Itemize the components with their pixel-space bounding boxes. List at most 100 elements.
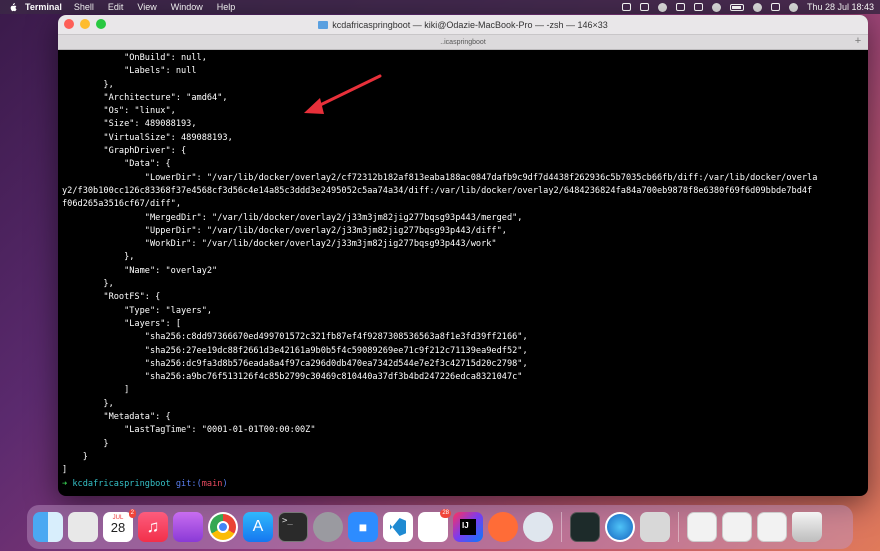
- tab-bar: ..icaspringboot +: [58, 34, 868, 50]
- terminal-line: "GraphDriver": {: [62, 146, 187, 157]
- annotation-arrow-icon: [304, 74, 382, 114]
- calendar-badge: 2: [128, 509, 136, 518]
- terminal-line: "WorkDir": "/var/lib/docker/overlay2/j33…: [62, 239, 497, 250]
- close-button[interactable]: [64, 19, 74, 29]
- terminal-output[interactable]: "OnBuild": null, "Labels": null }, "Arch…: [58, 50, 868, 491]
- finder-icon[interactable]: [33, 512, 63, 542]
- terminal-line: "UpperDir": "/var/lib/docker/overlay2/j3…: [62, 225, 507, 236]
- terminal-line: "LastTagTime": "0001-01-01T00:00:00Z": [62, 425, 316, 436]
- menu-edit[interactable]: Edit: [108, 2, 124, 12]
- k-app-icon[interactable]: [675, 3, 685, 11]
- terminal-line: "Labels": null: [62, 66, 197, 77]
- new-tab-button[interactable]: +: [852, 36, 864, 48]
- postman-icon[interactable]: [488, 512, 518, 542]
- folder-icon: [318, 20, 329, 29]
- terminal-line: ]: [62, 465, 68, 476]
- slack-badge: 28: [440, 509, 451, 518]
- terminal-line: "sha256:c8dd97366670ed499701572c321fb87e…: [62, 332, 528, 343]
- control-center-icon[interactable]: [770, 3, 780, 11]
- zoom-icon[interactable]: ■: [348, 512, 378, 542]
- terminal-line: y2/f30b100cc126c83368f37e4568cf3d56c4e14…: [62, 185, 813, 196]
- terminal-line: f06d265a3516cf67/diff",: [62, 199, 181, 210]
- recent-document-icon[interactable]: [687, 512, 717, 542]
- terminal-line: "Name": "overlay2": [62, 265, 218, 276]
- sync-icon[interactable]: [657, 2, 667, 12]
- terminal-line: "Layers": [: [62, 318, 181, 329]
- quicktime-icon[interactable]: [523, 512, 553, 542]
- terminal-line: "Size": 489088193,: [62, 119, 197, 130]
- prompt-directory: kcdafricaspringboot: [72, 478, 171, 489]
- terminal-line: }: [62, 451, 88, 462]
- launchpad-icon[interactable]: [68, 512, 98, 542]
- terminal-line: }: [62, 438, 109, 449]
- calendar-day: 28: [110, 520, 126, 535]
- terminal-line: "Os": "linux",: [62, 106, 176, 117]
- calendar-icon[interactable]: JUL 28 2: [103, 509, 136, 542]
- tab-current[interactable]: ..icaspringboot: [440, 39, 486, 46]
- app-store-icon[interactable]: A: [243, 512, 273, 542]
- slack-icon[interactable]: 28: [418, 509, 451, 542]
- terminal-line: "OnBuild": null,: [62, 53, 207, 63]
- shell-prompt[interactable]: ➜ kcdafricaspringboot git:(main): [62, 478, 868, 491]
- safari-icon[interactable]: [605, 512, 635, 542]
- terminal-line: "RootFS": {: [62, 292, 161, 303]
- menu-window[interactable]: Window: [171, 2, 203, 12]
- recent-document-2-icon[interactable]: [722, 512, 752, 542]
- terminal-line: "LowerDir": "/var/lib/docker/overlay2/cf…: [62, 172, 818, 183]
- terminal-line: "Data": {: [62, 159, 171, 170]
- window-title: kcdafricaspringboot — kiki@Odazie-MacBoo…: [332, 19, 608, 30]
- menu-help[interactable]: Help: [217, 2, 236, 12]
- music-glyph: ♫: [146, 517, 160, 536]
- status-menus: Thu 28 Jul 18:43: [621, 0, 874, 14]
- zoom-button[interactable]: [96, 19, 106, 29]
- dock-separator: [561, 512, 562, 542]
- screen-record-icon[interactable]: [621, 3, 631, 11]
- menu-view[interactable]: View: [137, 2, 156, 12]
- trash-icon[interactable]: [792, 512, 822, 542]
- battery-icon[interactable]: [729, 3, 744, 11]
- vscode-icon[interactable]: [383, 512, 413, 542]
- recent-document-3-icon[interactable]: [757, 512, 787, 542]
- activity-monitor-icon[interactable]: [570, 512, 600, 542]
- app-store-glyph: A: [252, 518, 264, 535]
- chrome-icon[interactable]: [208, 512, 238, 542]
- prompt-git-label: git:(: [175, 478, 202, 489]
- minimize-button[interactable]: [80, 19, 90, 29]
- terminal-line: "sha256:27ee19dc88f2661d3e42161a9b0b5f4c…: [62, 345, 528, 356]
- menubar-clock[interactable]: Thu 28 Jul 18:43: [807, 2, 874, 12]
- terminal-line: "VirtualSize": 489088193,: [62, 132, 233, 143]
- intellij-icon[interactable]: [453, 512, 483, 542]
- terminal-window: kcdafricaspringboot — kiki@Odazie-MacBoo…: [58, 15, 868, 496]
- wifi-icon[interactable]: [752, 2, 762, 12]
- prompt-git-close: ): [222, 478, 228, 489]
- keychain-icon[interactable]: [640, 512, 670, 542]
- title-bar[interactable]: kcdafricaspringboot — kiki@Odazie-MacBoo…: [58, 15, 868, 34]
- terminal-line: "Metadata": {: [62, 412, 171, 423]
- clock-icon[interactable]: [711, 2, 721, 12]
- terminal-line: "Type": "layers",: [62, 305, 213, 316]
- terminal-glyph: >_: [282, 516, 293, 526]
- window-controls: [64, 19, 106, 29]
- terminal-line: "sha256:a9bc76f513126f4c85b2799c30469c81…: [62, 372, 523, 383]
- display-icon[interactable]: [639, 3, 649, 11]
- menu-bar: Terminal Shell Edit View Window Help Thu…: [0, 0, 880, 14]
- prompt-arrow-icon: ➜: [62, 478, 68, 489]
- apple-menu-icon[interactable]: [9, 2, 17, 12]
- music-icon[interactable]: ♫: [138, 512, 168, 542]
- terminal-line: },: [62, 79, 114, 90]
- terminal-app-icon[interactable]: >_: [278, 512, 308, 542]
- podcasts-icon[interactable]: [173, 512, 203, 542]
- terminal-line: },: [62, 279, 114, 290]
- menu-shell[interactable]: Shell: [74, 2, 94, 12]
- terminal-line: "Architecture": "amd64",: [62, 92, 228, 103]
- zoom-glyph: ■: [358, 519, 368, 535]
- terminal-line: },: [62, 398, 114, 409]
- terminal-line: "sha256:dc9fa3d8b576eada8a4f97ca296d0db4…: [62, 358, 528, 369]
- siri-icon[interactable]: [788, 2, 798, 12]
- app-menu-terminal[interactable]: Terminal: [25, 2, 62, 12]
- bluetooth-icon[interactable]: [693, 3, 703, 11]
- system-preferences-icon[interactable]: [313, 512, 343, 542]
- terminal-line: ]: [62, 385, 130, 396]
- dock-separator-2: [678, 512, 679, 542]
- prompt-branch: main: [201, 478, 223, 489]
